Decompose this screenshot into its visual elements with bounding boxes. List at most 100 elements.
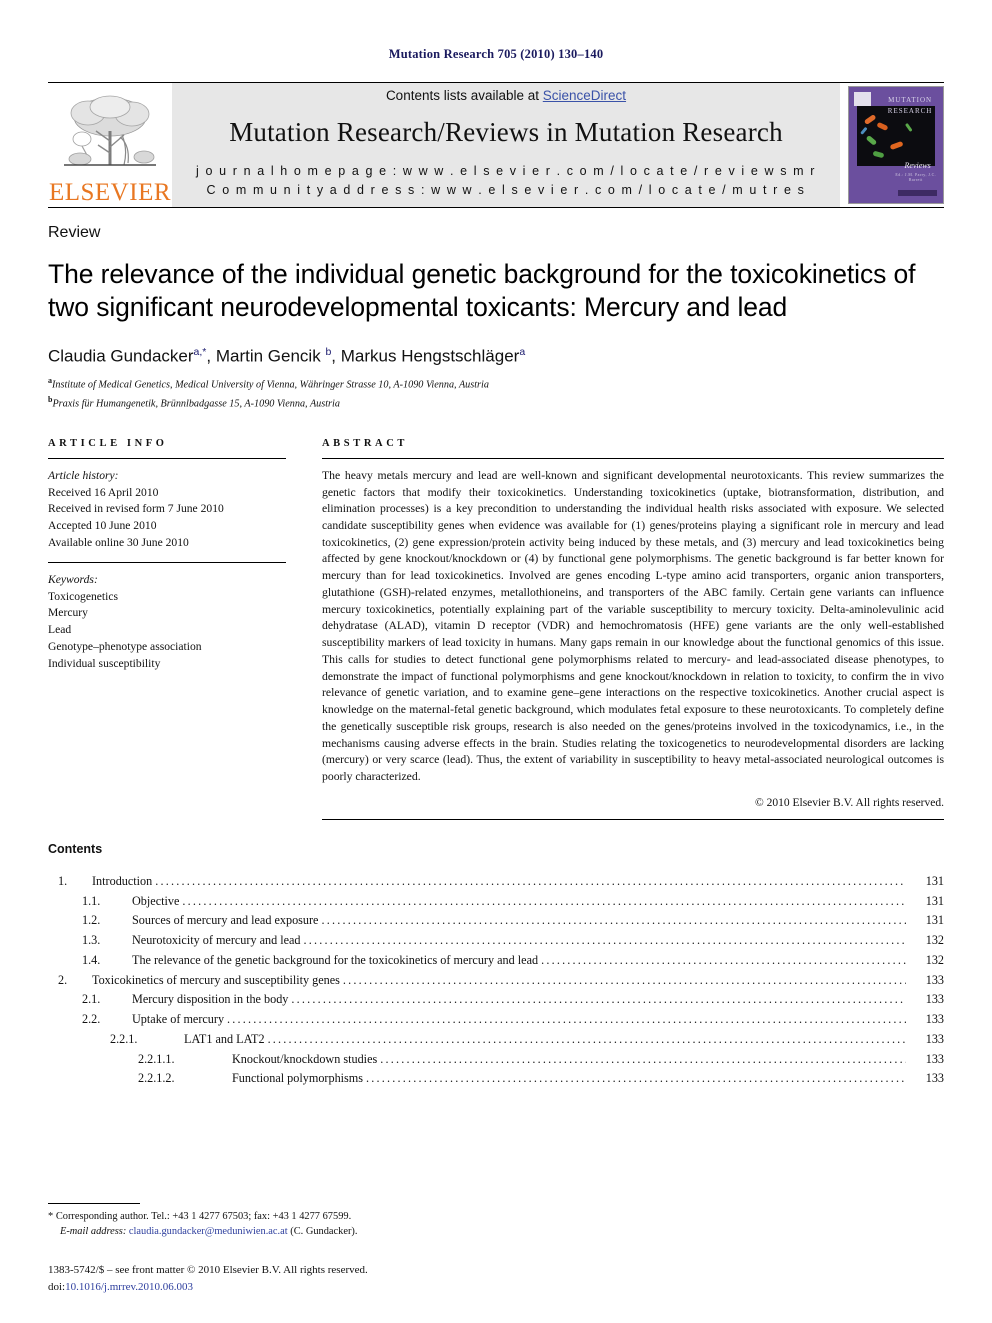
abstract-text: The heavy metals mercury and lead are we… — [322, 468, 944, 783]
history-item: Received in revised form 7 June 2010 — [48, 502, 224, 516]
article-first-page: Mutation Research 705 (2010) 130–140 ELS… — [0, 0, 992, 1323]
author-marker: a — [519, 345, 526, 358]
info-abstract-section: ARTICLE INFO Article history: Received 1… — [48, 438, 944, 820]
journal-header-band: ELSEVIER Contents lists available at Sci… — [48, 83, 944, 207]
contents-heading: Contents — [48, 841, 103, 856]
toc-entry-label: Toxicokinetics of mercury and susceptibi… — [92, 972, 340, 987]
elsevier-logo: ELSEVIER — [48, 83, 172, 207]
toc-entry-number: 2.1. — [82, 992, 101, 1007]
page-footer: * Corresponding author. Tel.: +43 1 4277… — [48, 1202, 944, 1295]
toc-entry[interactable]: 2.2.1.2. Functional polymorphisms........… — [48, 1069, 944, 1089]
toc-entry[interactable]: 1. Introduction..........................… — [48, 872, 944, 892]
journal-cover-thumbnail: MUTATION RESEARCH Reviews Ed.: J.M. Parr… — [848, 83, 944, 207]
toc-entry[interactable]: 1.1. Objective...........................… — [48, 892, 944, 912]
elsevier-wordmark: ELSEVIER — [48, 179, 172, 206]
toc-entry-label: Sources of mercury and lead exposure — [132, 913, 319, 928]
toc-leader-dots: ........................................… — [267, 1031, 906, 1046]
toc-entry-label: Functional polymorphisms — [232, 1071, 364, 1086]
toc-entry[interactable]: 2.1. Mercury disposition in the body.....… — [48, 990, 944, 1010]
affiliations: aInstitute of Medical Genetics, Medical … — [48, 375, 944, 411]
cover-footer-bar — [897, 190, 938, 197]
table-of-contents: 1. Introduction..........................… — [48, 872, 944, 1089]
history-item: Received 16 April 2010 — [48, 485, 159, 499]
abstract-column: ABSTRACT The heavy metals mercury and le… — [322, 438, 944, 820]
corresponding-author-text: Corresponding author. Tel.: +43 1 4277 6… — [55, 1210, 352, 1222]
imprint-line: 1383-5742/$ – see front matter © 2010 El… — [48, 1264, 368, 1276]
article-info-rule — [48, 457, 286, 459]
email-link[interactable]: claudia.gundacker@meduniwien.ac.at — [129, 1226, 288, 1237]
contents-prefix: Contents lists available at — [385, 88, 543, 104]
journal-community-address: C o m m u n i t y a d d r e s s : w w w … — [206, 183, 806, 197]
author-marker: a,* — [193, 345, 207, 358]
author-list: Claudia Gundackera,*, Martin Gencik b, M… — [48, 345, 526, 366]
article-history-label: Article history: — [48, 468, 119, 482]
toc-leader-dots: ........................................… — [380, 1051, 906, 1066]
email-person: (C. Gundacker). — [290, 1226, 358, 1238]
toc-entry-page: 133 — [925, 972, 944, 987]
footnote-marker: * — [48, 1210, 54, 1222]
email-line: E-mail address: claudia.gundacker@meduni… — [48, 1224, 944, 1240]
cover-reviews-label: Reviews — [904, 161, 931, 171]
toc-entry[interactable]: 2. Toxicokinetics of mercury and suscepti… — [48, 971, 944, 991]
keyword-item: Genotype–phenotype association — [48, 639, 202, 653]
imprint-block: 1383-5742/$ – see front matter © 2010 El… — [48, 1262, 944, 1295]
author-marker: b — [325, 345, 332, 358]
toc-leader-dots: ........................................… — [155, 873, 906, 888]
toc-leader-dots: ........................................… — [291, 992, 906, 1007]
doi-link[interactable]: 10.1016/j.mrrev.2010.06.003 — [65, 1281, 193, 1293]
cover-title-line1: MUTATION — [888, 96, 933, 105]
toc-leader-dots: ........................................… — [227, 1012, 906, 1027]
footnote-rule — [48, 1202, 140, 1204]
toc-entry-label: Objective — [132, 893, 180, 908]
toc-leader-dots: ........................................… — [182, 893, 906, 908]
toc-entry-label: Uptake of mercury — [132, 1012, 225, 1027]
journal-header-center: Contents lists available at ScienceDirec… — [172, 83, 840, 207]
toc-entry-page: 132 — [925, 933, 944, 948]
history-item: Available online 30 June 2010 — [48, 535, 189, 549]
author-name: Claudia Gundacker — [48, 346, 194, 366]
toc-leader-dots: ........................................… — [303, 933, 906, 948]
toc-entry-page: 131 — [925, 873, 944, 888]
toc-entry-page: 133 — [925, 1071, 944, 1086]
toc-leader-dots: ........................................… — [342, 972, 906, 987]
journal-homepage: j o u r n a l h o m e p a g e : w w w . … — [196, 164, 816, 179]
cover-title-line2: RESEARCH — [887, 106, 933, 115]
toc-entry-number: 2.2.1.1. — [138, 1051, 175, 1066]
toc-entry-number: 2.2.1.2. — [138, 1071, 175, 1086]
toc-entry-number: 1. — [58, 873, 68, 888]
toc-entry[interactable]: 1.4. The relevance of the genetic backgro… — [48, 951, 944, 971]
doi-line: doi:10.1016/j.mrrev.2010.06.003 — [48, 1279, 944, 1296]
abstract-copyright: © 2010 Elsevier B.V. All rights reserved… — [755, 796, 944, 809]
toc-entry[interactable]: 2.2.1.1. Knockout/knockdown studies......… — [48, 1050, 944, 1070]
article-history-group: Article history: Received 16 April 2010 … — [48, 468, 286, 552]
toc-entry[interactable]: 2.2.1. LAT1 and LAT2.....................… — [48, 1030, 944, 1050]
keyword-item: Toxicogenetics — [48, 589, 119, 603]
affiliation-text: Institute of Medical Genetics, Medical U… — [52, 379, 489, 391]
cover-subtitle: Ed.: J.M. Parry, J.C. Barrett — [895, 171, 937, 182]
toc-leader-dots: ........................................… — [321, 913, 906, 928]
toc-leader-dots: ........................................… — [366, 1071, 906, 1086]
cover-elsevier-mark — [853, 91, 871, 106]
toc-entry-number: 2.2.1. — [110, 1031, 138, 1046]
toc-entry-number: 1.1. — [82, 893, 101, 908]
corresponding-author-note: * Corresponding author. Tel.: +43 1 4277… — [48, 1209, 944, 1240]
article-info-column: ARTICLE INFO Article history: Received 1… — [48, 438, 286, 820]
toc-entry-label: Knockout/knockdown studies — [232, 1051, 378, 1066]
toc-entry-page: 133 — [925, 1012, 944, 1027]
sciencedirect-link[interactable]: ScienceDirect — [543, 88, 626, 103]
email-label: E-mail address: — [60, 1226, 127, 1238]
affiliation-item: bPraxis für Humangenetik, Brünnlbadgasse… — [48, 394, 944, 412]
toc-entry[interactable]: 1.2. Sources of mercury and lead exposure… — [48, 911, 944, 931]
toc-entry-number: 2. — [58, 972, 68, 987]
abstract-bottom-rule — [322, 818, 944, 820]
journal-homepage-block: j o u r n a l h o m e p a g e : w w w . … — [196, 162, 816, 200]
elsevier-tree-icon — [64, 95, 156, 166]
abstract-rule — [322, 457, 944, 459]
contents-available-line: Contents lists available at ScienceDirec… — [386, 88, 626, 103]
toc-entry-label: Neurotoxicity of mercury and lead — [132, 933, 301, 948]
keyword-item: Individual susceptibility — [48, 656, 161, 670]
toc-entry[interactable]: 2.2. Uptake of mercury...................… — [48, 1010, 944, 1030]
toc-entry[interactable]: 1.3. Neurotoxicity of mercury and lead...… — [48, 931, 944, 951]
toc-entry-number: 1.4. — [82, 952, 101, 967]
keywords-group: Keywords: Toxicogenetics Mercury Lead Ge… — [48, 572, 286, 673]
